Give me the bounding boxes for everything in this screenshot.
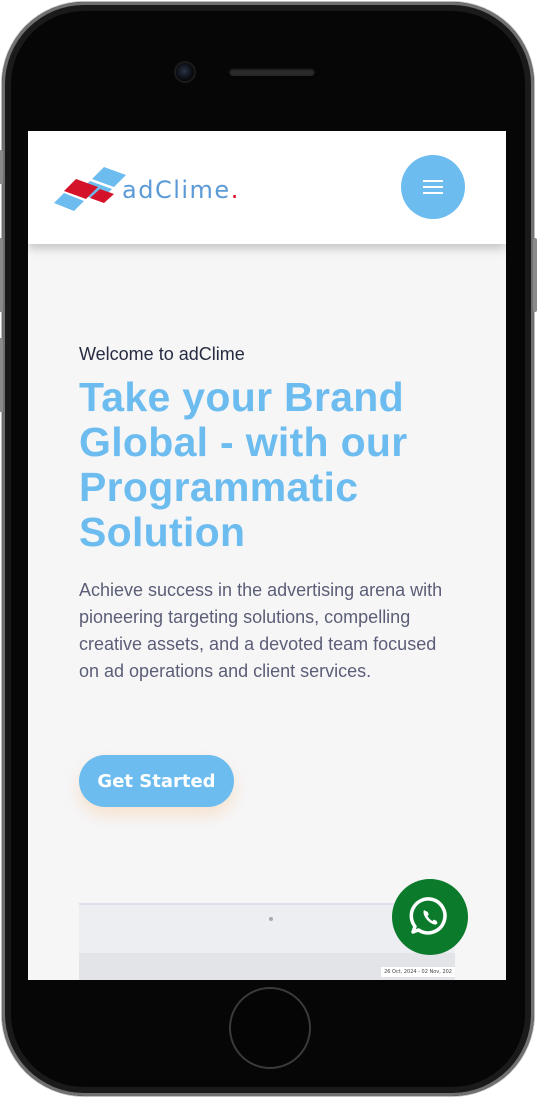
logo-dot: .: [230, 176, 240, 204]
screen: adClime. Welcome to adClime Take your Br…: [28, 131, 506, 980]
logo-name: adClime: [122, 176, 231, 204]
hamburger-menu-icon-line-2: [423, 186, 443, 188]
phone-frame: adClime. Welcome to adClime Take your Br…: [0, 2, 537, 1096]
logo-wordmark: adClime.: [122, 176, 240, 204]
hamburger-menu-icon-line-3: [423, 192, 443, 194]
hero-eyebrow: Welcome to adClime: [79, 344, 245, 364]
hero-title: Take your Brand Global - with our Progra…: [79, 374, 408, 555]
get-started-button[interactable]: Get Started: [79, 755, 234, 807]
preview-date-range: 26 Oct, 2024 - 02 Nov, 202: [381, 967, 455, 977]
whatsapp-icon: [409, 897, 447, 935]
hero-section: Welcome to adClime Take your Brand Globa…: [79, 344, 479, 685]
hero-description: Achieve success in the advertising arena…: [79, 580, 443, 681]
silent-switch: [0, 150, 3, 184]
home-button[interactable]: [229, 987, 311, 1069]
brand-logo[interactable]: adClime.: [54, 163, 264, 219]
site-header: adClime.: [28, 131, 506, 244]
menu-button[interactable]: [401, 155, 465, 219]
power-button: [533, 238, 537, 312]
whatsapp-button[interactable]: [392, 879, 468, 955]
volume-down-button: [0, 338, 3, 412]
earpiece-speaker: [229, 68, 315, 76]
front-camera: [176, 63, 194, 81]
volume-up-button: [0, 238, 3, 312]
hamburger-menu-icon: [423, 180, 443, 182]
preview-dot: [269, 917, 273, 921]
